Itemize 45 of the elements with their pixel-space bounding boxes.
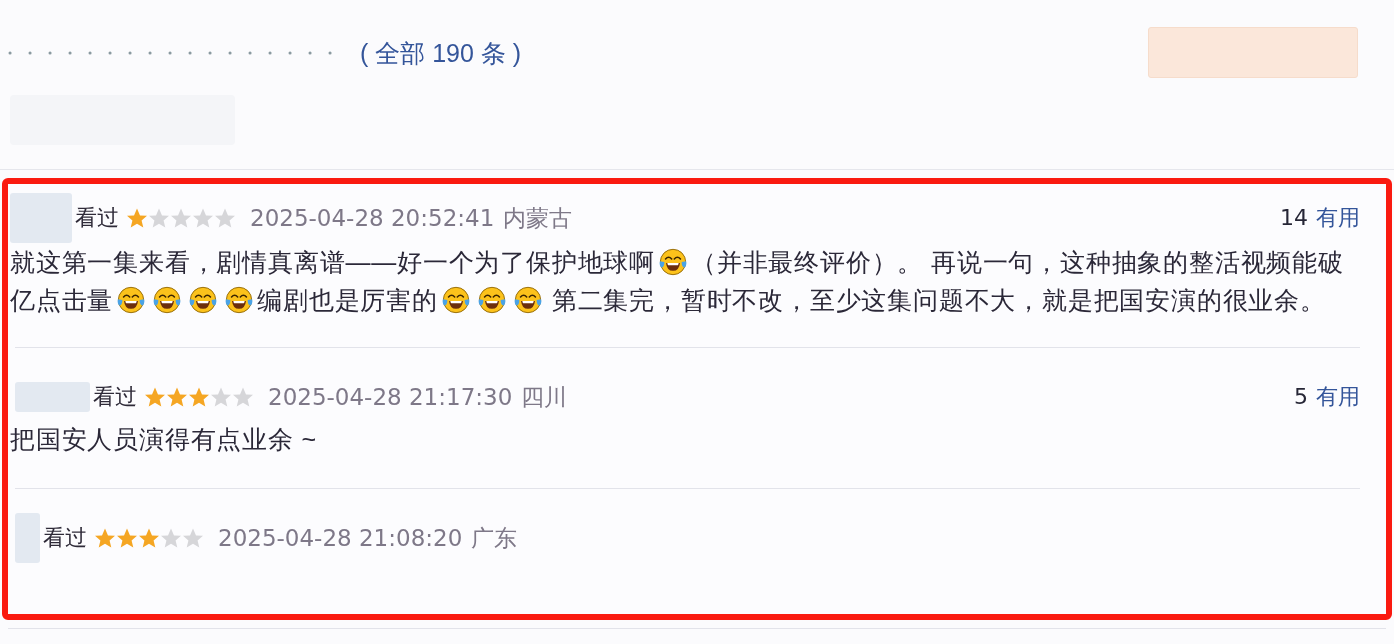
star-icon xyxy=(189,387,209,407)
laughing-face-icon xyxy=(153,286,182,314)
laughing-face-icon xyxy=(513,286,542,314)
comment-text: 编剧也是厉害的 xyxy=(257,285,438,316)
star-icon xyxy=(233,387,253,407)
star-icon xyxy=(183,528,203,548)
useful-link[interactable]: 有用 xyxy=(1316,383,1360,411)
star-icon xyxy=(167,387,187,407)
laughing-face-icon xyxy=(441,286,470,314)
star-icon xyxy=(171,208,191,228)
vote-count: 5 xyxy=(1294,383,1308,411)
star-icon xyxy=(145,387,165,407)
comment-text: （并非最终评价）。 再说一句，这种抽象的整活视频能破 xyxy=(691,247,1344,278)
comment-text: 把国安人员演得有点业余 ~ xyxy=(10,424,317,455)
watched-label: 看过 xyxy=(93,383,137,411)
star-icon xyxy=(95,528,115,548)
laughing-face-icon xyxy=(477,286,506,314)
star-icon xyxy=(127,208,147,228)
comment-time: 2025-04-28 20:52:41 xyxy=(250,204,495,232)
vote-count: 14 xyxy=(1280,204,1308,232)
comment-location: 内蒙古 xyxy=(503,204,573,232)
watched-label: 看过 xyxy=(43,524,87,552)
star-icon xyxy=(193,208,213,228)
watched-label: 看过 xyxy=(75,204,119,232)
comment-text: 亿点击量 xyxy=(10,285,114,316)
laughing-face-icon xyxy=(117,286,146,314)
all-comments-link[interactable]: ( 全部 190 条 ) xyxy=(360,37,522,68)
star-icon xyxy=(161,528,181,548)
comment-text: 第二集完，暂时不改，至少这集问题不大，就是把国安演的很业余。 xyxy=(551,285,1326,316)
laughing-face-icon xyxy=(225,286,254,314)
star-icon xyxy=(117,528,137,548)
star-icon xyxy=(139,528,159,548)
comment-location: 广东 xyxy=(471,524,518,552)
blurred-avatar xyxy=(15,513,40,563)
laughing-face-icon xyxy=(659,248,687,276)
laughing-face-icon xyxy=(189,286,218,314)
comment-time: 2025-04-28 21:08:20 xyxy=(218,524,463,552)
useful-link[interactable]: 有用 xyxy=(1316,204,1360,232)
comment-text: 就这第一集来看，剧情真离谱——好一个为了保护地球啊 xyxy=(10,247,655,278)
comment-location: 四川 xyxy=(521,383,568,411)
star-icon xyxy=(149,208,169,228)
comment-time: 2025-04-28 21:17:30 xyxy=(268,383,513,411)
star-icon xyxy=(211,387,231,407)
blurred-avatar xyxy=(10,193,72,243)
star-icon xyxy=(215,208,235,228)
